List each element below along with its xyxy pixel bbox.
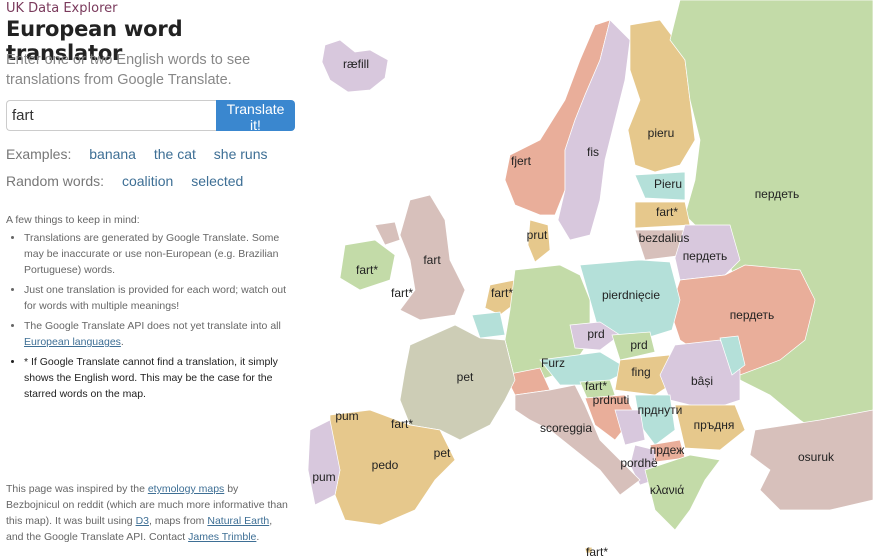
translation-label-galicia: pum <box>335 409 358 423</box>
translation-label-slovenia: fart* <box>585 379 607 393</box>
translation-label-hungary: fing <box>631 365 650 379</box>
translation-label-norway: fjert <box>511 154 532 168</box>
translation-label-greece: κλανιά <box>650 483 684 497</box>
translation-label-denmark: prut <box>527 228 548 242</box>
note-text: The Google Translate API does not yet tr… <box>24 320 281 332</box>
translation-label-czech-republic: prd <box>587 327 604 341</box>
translation-label-serbia: прднути <box>638 403 683 417</box>
european-languages-link[interactable]: European languages <box>24 336 121 348</box>
translation-label-latvia: fart* <box>656 205 678 219</box>
random-link-selected[interactable]: selected <box>191 173 243 189</box>
europe-map[interactable]: ræfill fjert fis pieru пердеть Pieru fart* bezd… <box>300 0 873 558</box>
translation-label-italy: scoreggia <box>540 421 592 435</box>
examples-label: Examples: <box>6 146 72 162</box>
random-link-coalition[interactable]: coalition <box>122 173 173 189</box>
translation-label-sweden: fis <box>587 145 599 159</box>
translation-label-turkey: osuruk <box>798 450 835 464</box>
random-words-label: Random words: <box>6 173 105 189</box>
footer-text: This page was inspired by the <box>6 483 145 495</box>
d3-link[interactable]: D3 <box>136 515 149 527</box>
note-item-starred: * If Google Translate cannot find a tran… <box>24 354 296 402</box>
footer-text: , maps from <box>149 515 205 527</box>
translation-label-spain: pedo <box>372 458 399 472</box>
translation-label-northern-ireland: fart* <box>391 286 413 300</box>
translation-label-ukraine: пердеть <box>730 308 775 322</box>
translation-label-croatia: prdnuti <box>593 393 630 407</box>
author-link[interactable]: James Trimble <box>188 531 256 543</box>
example-link-banana[interactable]: banana <box>89 146 136 162</box>
translation-label-catalonia: pet <box>434 446 451 460</box>
example-link-the-cat[interactable]: the cat <box>154 146 196 162</box>
brand-link[interactable]: UK Data Explorer <box>6 1 117 16</box>
translation-label-netherlands: fart* <box>491 286 513 300</box>
translation-label-romania: bâși <box>691 374 713 388</box>
translation-label-basque: fart* <box>391 417 413 431</box>
translation-label-ireland: fart* <box>356 263 378 277</box>
footer-credits: This page was inspired by the etymology … <box>6 481 291 545</box>
translation-label-estonia: Pieru <box>654 177 682 191</box>
translation-label-portugal: pum <box>312 470 335 484</box>
translation-label-slovakia: prd <box>630 338 647 352</box>
note-item: Translations are generated by Google Tra… <box>24 230 296 278</box>
country-northern-ireland[interactable] <box>374 221 401 246</box>
translation-label-belarus: пердеть <box>683 249 728 263</box>
page-subtitle: Enter one or two English words to see tr… <box>6 52 251 88</box>
example-link-she-runs[interactable]: she runs <box>214 146 268 162</box>
random-words-row: Random words: coalition selected <box>6 173 243 189</box>
country-belgium[interactable] <box>471 311 506 339</box>
translation-label-malta: fart* <box>586 545 608 558</box>
translation-label-poland: pierdnięcie <box>602 288 660 302</box>
translation-label-united-kingdom: fart <box>423 253 441 267</box>
translation-label-germany: Furz <box>541 356 565 370</box>
notes-heading: A few things to keep in mind: <box>6 214 140 226</box>
note-item: Just one translation is provided for eac… <box>24 282 296 314</box>
notes-section: A few things to keep in mind: Translatio… <box>6 212 296 406</box>
etymology-maps-link[interactable]: etymology maps <box>148 483 224 495</box>
translate-form: Translate it! <box>6 100 295 133</box>
word-input[interactable] <box>6 100 216 131</box>
note-item: The Google Translate API does not yet tr… <box>24 318 296 350</box>
examples-row: Examples: banana the cat she runs <box>6 146 267 162</box>
translation-label-bulgaria: пръдня <box>694 418 735 432</box>
note-text: . <box>120 336 124 348</box>
translation-label-finland: pieru <box>648 126 675 140</box>
translation-label-russia: пердеть <box>755 187 800 201</box>
translate-button[interactable]: Translate it! <box>216 100 295 133</box>
translation-label-albania: pordhë <box>620 456 658 470</box>
translation-label-france: pet <box>457 370 474 384</box>
footer-text: . <box>256 531 260 543</box>
translation-label-macedonia: прдеж <box>650 443 684 457</box>
translation-label-lithuania: bezdalius <box>639 231 690 245</box>
notes-list: Translations are generated by Google Tra… <box>6 230 296 402</box>
sidebar: UK Data Explorer European word translato… <box>0 0 300 558</box>
natural-earth-link[interactable]: Natural Earth <box>207 515 269 527</box>
translation-label-iceland: ræfill <box>343 57 369 71</box>
